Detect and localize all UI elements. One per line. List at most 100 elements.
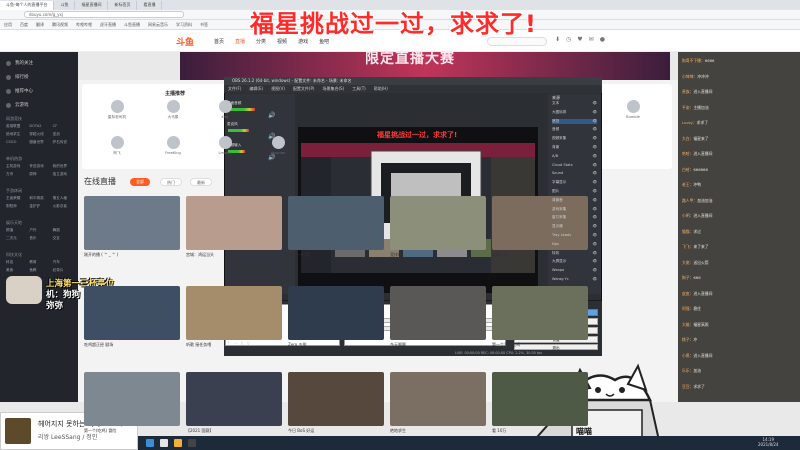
avatar[interactable]: [110, 100, 124, 113]
sidebar-item[interactable]: 推荐中心: [6, 86, 33, 96]
sidebar-category-link[interactable]: DOTA2: [29, 124, 52, 129]
live-card-thumbnail[interactable]: [84, 286, 180, 340]
sidebar-category-link[interactable]: 英雄联盟: [6, 124, 29, 129]
sidebar-category-link[interactable]: 舞蹈: [53, 228, 76, 233]
live-card-thumbnail[interactable]: [84, 372, 180, 426]
sidebar-item[interactable]: 云游戏: [6, 100, 29, 110]
sidebar-category-link[interactable]: 逆战: [53, 132, 76, 137]
eye-icon[interactable]: 👁: [592, 277, 597, 281]
filter-pill[interactable]: 最新: [190, 178, 212, 186]
sidebar-category-link[interactable]: 颜值: [6, 228, 29, 233]
filter-pill[interactable]: 热门: [160, 178, 182, 186]
sidebar-category-link[interactable]: 方舟: [6, 172, 29, 177]
avatar[interactable]: [218, 136, 232, 149]
sidebar-category-link[interactable]: 科技: [6, 260, 29, 265]
chat-username[interactable]: 白给: [682, 167, 690, 172]
eye-icon[interactable]: 👁: [592, 119, 597, 124]
taskbar-clock[interactable]: 14:19 2021/8/24: [758, 437, 779, 447]
avatar[interactable]: [271, 136, 285, 149]
bookmark[interactable]: 应用: [4, 22, 12, 28]
sidebar-category-link[interactable]: 鱼教: [29, 268, 52, 273]
eye-icon[interactable]: 👁: [592, 145, 597, 150]
sidebar-category-link[interactable]: 炉石传说: [53, 140, 76, 145]
nav-item[interactable]: 首页: [214, 38, 224, 45]
live-card-thumbnail[interactable]: [288, 196, 384, 250]
chat-username[interactable]: 豆豆: [682, 384, 690, 389]
avatar[interactable]: [110, 136, 124, 149]
sidebar-category-link[interactable]: 纪录片: [53, 268, 76, 273]
live-card-title[interactable]: Zero 五排: [288, 342, 384, 348]
sidebar-category-link[interactable]: 教育: [29, 260, 52, 265]
volume-icon[interactable]: 🔊: [268, 154, 275, 161]
live-card-thumbnail[interactable]: [492, 372, 588, 426]
bookmark[interactable]: 网易云音乐: [148, 22, 168, 28]
nav-item[interactable]: 视频: [277, 38, 287, 45]
obs-source-item[interactable]: 大图标排 👁: [552, 110, 597, 115]
obs-source-item[interactable]: 音频 👁: [552, 127, 597, 132]
obs-source-item[interactable]: 文本 👁: [552, 101, 597, 106]
chat-username[interactable]: 大白: [682, 136, 690, 141]
sidebar-category-link[interactable]: 和平精英: [29, 196, 52, 201]
live-card-title[interactable]: 绝地求生: [390, 428, 486, 434]
eye-icon[interactable]: 👁: [592, 224, 597, 229]
eye-icon[interactable]: 👁: [592, 242, 597, 246]
obs-source-item[interactable]: 窗口采集 👁: [552, 215, 597, 220]
browser-tab[interactable]: 新标签页: [108, 0, 138, 10]
volume-icon[interactable]: 🔊: [268, 112, 275, 119]
sidebar-category-link[interactable]: 交友: [53, 236, 76, 241]
bookmark[interactable]: 书签: [200, 22, 208, 28]
eye-icon[interactable]: 👁: [592, 215, 597, 220]
live-card-title[interactable]: 看 10万: [492, 428, 588, 434]
chat-username[interactable]: 飞飞: [682, 244, 690, 249]
url-input[interactable]: douyu.com/g_yxj: [24, 11, 184, 18]
bookmark[interactable]: 哔哩哔哩: [76, 22, 92, 28]
anchor-card[interactable]: Yinanee: [265, 136, 291, 155]
sidebar-category-link[interactable]: 美食: [6, 268, 29, 273]
follow-icon[interactable]: ♥: [577, 36, 582, 43]
bookmark[interactable]: 斗鱼直播: [124, 22, 140, 28]
live-card-thumbnail[interactable]: [186, 196, 282, 250]
sidebar-category-link[interactable]: 王者荣耀: [6, 196, 29, 201]
anchor-card[interactable]: 大马猴: [160, 100, 186, 120]
live-card-title[interactable]: 竞技场: [390, 252, 486, 258]
sidebar-category-link[interactable]: CSGO: [6, 140, 29, 145]
sidebar-category-link[interactable]: 独立游戏: [53, 172, 76, 177]
chat-username[interactable]: 猫猫: [682, 229, 690, 234]
sidebar-category-link[interactable]: 汽车: [53, 260, 76, 265]
live-card-title[interactable]: 第一个游戏吃鸡: [492, 342, 588, 348]
live-card-thumbnail[interactable]: [492, 286, 588, 340]
obs-source-item[interactable]: 遮挡 👁: [552, 118, 597, 124]
sidebar-category-link[interactable]: 原神: [29, 172, 52, 177]
eye-icon[interactable]: 👁: [592, 251, 597, 256]
avatar[interactable]: ●: [600, 36, 605, 43]
bookmark[interactable]: 腾讯视频: [52, 22, 68, 28]
eye-icon[interactable]: 👁: [592, 198, 597, 203]
obs-source-item[interactable]: Tray Leads 👁: [552, 233, 597, 237]
live-card-thumbnail[interactable]: [288, 372, 384, 426]
live-card-thumbnail[interactable]: [390, 196, 486, 250]
nav-item[interactable]: 鱼吧: [319, 38, 329, 45]
site-logo[interactable]: 斗鱼: [176, 35, 194, 48]
filter-pill[interactable]: 全部: [130, 178, 150, 186]
chat-username[interactable]: 阿强: [682, 306, 690, 311]
sidebar-category-link[interactable]: 音乐: [29, 236, 52, 241]
obs-menu-item[interactable]: 场景集合(S): [322, 85, 344, 93]
sidebar-item[interactable]: 我的关注: [6, 58, 33, 68]
obs-source-item[interactable]: Weapo 👁: [552, 268, 597, 272]
obs-source-item[interactable]: 显示器 👁: [552, 224, 597, 229]
anchor-card[interactable]: Lmodiy: [212, 136, 238, 155]
browser-tab[interactable]: 福星直播间: [75, 0, 109, 10]
eye-icon[interactable]: 👁: [592, 101, 597, 106]
sidebar-category-link[interactable]: 穿越火线: [29, 132, 52, 137]
message-icon[interactable]: ✉: [589, 36, 594, 43]
eye-icon[interactable]: 👁: [592, 136, 597, 141]
eye-icon[interactable]: 👁: [592, 180, 597, 185]
chat-username[interactable]: 哈哈: [682, 151, 690, 156]
avatar[interactable]: [166, 136, 180, 149]
chat-username[interactable]: 桃子: [682, 337, 690, 342]
browser-tab[interactable]: 斗鱼: [54, 0, 76, 10]
obs-source-item[interactable]: 图片 👁: [552, 189, 597, 194]
nav-item[interactable]: 分类: [256, 38, 266, 45]
sidebar-category-link[interactable]: 魔兽世界: [29, 140, 52, 145]
chat-username[interactable]: 乐乐: [682, 368, 690, 373]
